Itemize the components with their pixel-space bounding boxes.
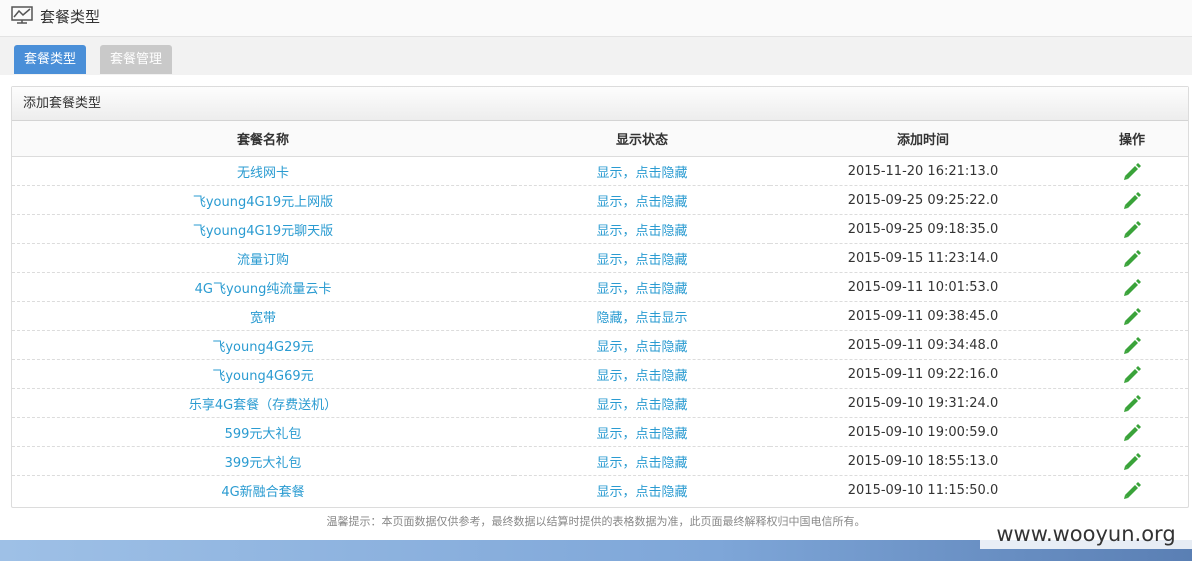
package-name-link[interactable]: 4G新融合套餐 <box>221 485 304 500</box>
added-time: 2015-09-11 09:34:48.0 <box>770 330 1076 360</box>
table-row: 飞young4G29元 显示，点击隐藏 2015-09-11 09:34:48.0 <box>12 330 1188 360</box>
status-toggle-link[interactable]: 显示，点击隐藏 <box>596 398 687 413</box>
table-header-row: 套餐名称 显示状态 添加时间 操作 <box>12 121 1188 157</box>
status-toggle-link[interactable]: 显示，点击隐藏 <box>596 485 687 500</box>
added-time: 2015-09-10 19:31:24.0 <box>770 388 1076 418</box>
added-time: 2015-09-10 11:15:50.0 <box>847 482 999 498</box>
table-row: 乐享4G套餐（存费送机） 显示，点击隐藏 2015-09-10 19:31:24.0 <box>12 388 1188 418</box>
table-row: 4G飞young纯流量云卡 显示，点击隐藏 2015-09-11 10:01:53.… <box>12 272 1188 302</box>
tab-bar: 套餐类型 套餐管理 <box>0 37 1192 75</box>
package-name-link[interactable]: 飞young4G29元 <box>212 340 313 355</box>
edit-pencil-icon[interactable] <box>1122 219 1142 239</box>
table-row: 宽带 隐藏，点击显示 2015-09-11 09:38:45.0 <box>12 301 1188 331</box>
added-time: 2015-09-15 11:23:14.0 <box>770 243 1076 273</box>
edit-pencil-icon[interactable] <box>1122 306 1142 326</box>
added-time: 2015-09-11 10:01:53.0 <box>770 272 1076 302</box>
package-name-link[interactable]: 399元大礼包 <box>225 456 302 471</box>
table-row: 4G新融合套餐 显示，点击隐藏 2015-09-10 11:15:50.0 <box>12 476 1188 505</box>
edit-pencil-icon[interactable] <box>1122 161 1142 181</box>
added-time: 2015-11-20 16:21:13.0 <box>770 156 1076 186</box>
column-header-name: 套餐名称 <box>12 121 514 157</box>
package-name-link[interactable]: 无线网卡 <box>237 166 289 181</box>
table-row: 飞young4G19元上网版 显示，点击隐藏 2015-09-25 09:25:22… <box>12 185 1188 215</box>
package-name-link[interactable]: 飞young4G69元 <box>212 369 313 384</box>
add-package-type-link[interactable]: 添加套餐类型 <box>12 87 1188 121</box>
column-header-action: 操作 <box>1076 121 1188 157</box>
edit-pencil-icon[interactable] <box>1122 190 1142 210</box>
edit-pencil-icon[interactable] <box>1122 451 1142 471</box>
package-name-link[interactable]: 飞young4G19元上网版 <box>193 195 333 210</box>
package-name-link[interactable]: 流量订购 <box>237 253 289 268</box>
tab-package-types[interactable]: 套餐类型 <box>14 45 87 74</box>
package-name-link[interactable]: 599元大礼包 <box>225 427 302 442</box>
status-toggle-link[interactable]: 显示，点击隐藏 <box>596 195 687 210</box>
package-name-link[interactable]: 乐享4G套餐（存费送机） <box>189 398 337 413</box>
table-row: 599元大礼包 显示，点击隐藏 2015-09-10 19:00:59.0 <box>12 417 1188 447</box>
edit-pencil-icon[interactable] <box>1122 248 1142 268</box>
package-name-link[interactable]: 4G飞young纯流量云卡 <box>195 282 332 297</box>
added-time: 2015-09-11 09:38:45.0 <box>770 301 1076 331</box>
added-time: 2015-09-11 09:22:16.0 <box>770 359 1076 389</box>
table-row: 飞young4G19元聊天版 显示，点击隐藏 2015-09-25 09:18:35… <box>12 214 1188 244</box>
package-name-link[interactable]: 宽带 <box>250 311 276 326</box>
status-toggle-link[interactable]: 显示，点击隐藏 <box>596 340 687 355</box>
status-toggle-link[interactable]: 显示，点击隐藏 <box>596 427 687 442</box>
status-toggle-link[interactable]: 显示，点击隐藏 <box>596 369 687 384</box>
page-title: 套餐类型 <box>40 8 101 26</box>
added-time: 2015-09-25 09:25:22.0 <box>770 185 1076 215</box>
column-header-status: 显示状态 <box>514 121 770 157</box>
watermark: www.wooyun.org <box>980 519 1192 549</box>
status-toggle-link[interactable]: 显示，点击隐藏 <box>596 224 687 239</box>
table-row: 无线网卡 显示，点击隐藏 2015-11-20 16:21:13.0 <box>12 156 1188 186</box>
edit-pencil-icon[interactable] <box>1122 335 1142 355</box>
column-header-time: 添加时间 <box>770 121 1076 157</box>
status-toggle-link[interactable]: 显示，点击隐藏 <box>596 253 687 268</box>
page-header: 套餐类型 <box>0 0 1192 37</box>
table-row: 399元大礼包 显示，点击隐藏 2015-09-10 18:55:13.0 <box>12 446 1188 476</box>
status-toggle-link[interactable]: 显示，点击隐藏 <box>596 456 687 471</box>
status-toggle-link[interactable]: 显示，点击隐藏 <box>596 166 687 181</box>
line-chart-icon <box>11 6 33 24</box>
edit-pencil-icon[interactable] <box>1122 422 1142 442</box>
added-time: 2015-09-25 09:18:35.0 <box>770 214 1076 244</box>
package-type-table: 套餐名称 显示状态 添加时间 操作 无线网卡 显示，点击隐藏 2015-11-20 … <box>12 121 1188 504</box>
status-toggle-link[interactable]: 隐藏，点击显示 <box>596 311 687 326</box>
edit-pencil-icon[interactable] <box>1122 393 1142 413</box>
table-row: 飞young4G69元 显示，点击隐藏 2015-09-11 09:22:16.0 <box>12 359 1188 389</box>
edit-pencil-icon[interactable] <box>1122 277 1142 297</box>
tab-package-management[interactable]: 套餐管理 <box>100 45 173 74</box>
edit-pencil-icon[interactable] <box>1122 364 1142 384</box>
added-time: 2015-09-10 19:00:59.0 <box>770 417 1076 447</box>
package-type-panel: 添加套餐类型 套餐名称 显示状态 添加时间 操作 无线网卡 显示，点击隐藏 2015… <box>11 86 1189 508</box>
table-row: 流量订购 显示，点击隐藏 2015-09-15 11:23:14.0 <box>12 243 1188 273</box>
edit-pencil-icon[interactable] <box>1122 480 1142 500</box>
added-time: 2015-09-10 18:55:13.0 <box>770 446 1076 476</box>
package-name-link[interactable]: 飞young4G19元聊天版 <box>193 224 333 239</box>
status-toggle-link[interactable]: 显示，点击隐藏 <box>596 282 687 297</box>
